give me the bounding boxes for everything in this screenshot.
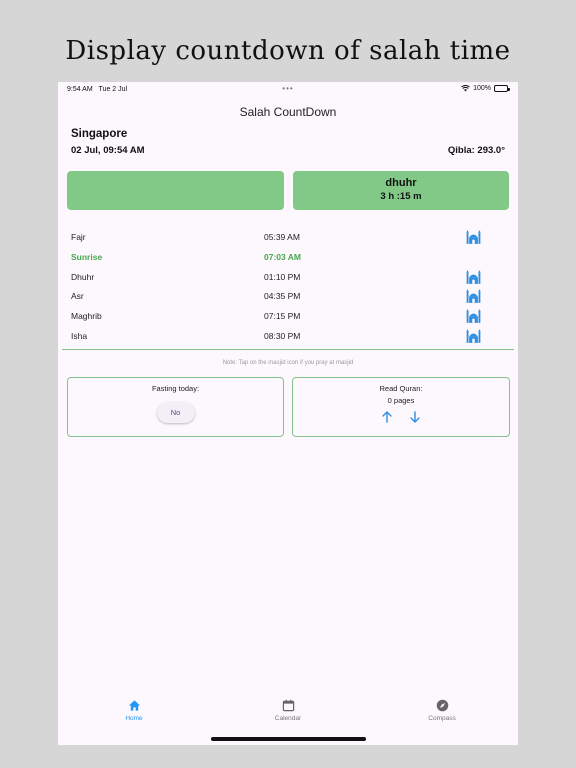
prayer-name: Isha bbox=[71, 330, 88, 341]
prayer-time: 07:03 AM bbox=[264, 251, 302, 262]
nav-compass[interactable]: Compass bbox=[412, 699, 472, 722]
arrow-down-icon[interactable] bbox=[408, 410, 422, 424]
prayer-time: 04:35 PM bbox=[264, 291, 301, 302]
nav-label: Calendar bbox=[274, 715, 302, 722]
mosque-icon[interactable] bbox=[466, 269, 481, 284]
fasting-card: Fasting today: No bbox=[67, 377, 284, 437]
status-right: 100% bbox=[461, 85, 510, 92]
quran-pages-count: 0 pages bbox=[387, 396, 415, 405]
prayer-time: 07:15 PM bbox=[264, 311, 301, 322]
qibla-direction: Qibla: 293.0° bbox=[447, 145, 505, 156]
battery-percent: 100% bbox=[473, 85, 491, 92]
status-bar: 9:54 AM Tue 2 Jul ••• 100% bbox=[58, 82, 518, 96]
section-divider bbox=[62, 349, 514, 350]
nav-label: Compass bbox=[428, 715, 456, 722]
status-time: 9:54 AM Tue 2 Jul bbox=[67, 86, 128, 93]
calendar-icon bbox=[282, 699, 294, 712]
multitask-dots[interactable]: ••• bbox=[282, 84, 293, 93]
location-name: Singapore bbox=[71, 128, 128, 140]
prayer-row-isha: Isha 08:30 PM bbox=[58, 327, 518, 347]
mosque-icon[interactable] bbox=[466, 230, 481, 244]
mosque-icon[interactable] bbox=[466, 309, 481, 324]
prayer-name: Maghrib bbox=[71, 311, 102, 322]
prayer-name: Asr bbox=[71, 291, 84, 302]
home-icon bbox=[128, 700, 140, 711]
prayer-row-maghrib: Maghrib 07:15 PM bbox=[58, 307, 518, 327]
battery-icon bbox=[494, 85, 510, 92]
nav-calendar[interactable]: Calendar bbox=[258, 699, 318, 722]
arrow-up-icon[interactable] bbox=[380, 410, 394, 424]
prayer-name: Fajr bbox=[71, 232, 86, 242]
fasting-toggle-button[interactable]: No bbox=[156, 402, 195, 423]
home-indicator[interactable] bbox=[211, 737, 366, 741]
prayer-time: 01:10 PM bbox=[264, 271, 301, 282]
bottom-navigation: Home Calendar Compass bbox=[58, 699, 518, 729]
countdown-remaining: 3 h :15 m bbox=[380, 191, 422, 202]
wifi-icon bbox=[461, 85, 470, 92]
compass-icon bbox=[436, 699, 448, 712]
mosque-icon[interactable] bbox=[466, 329, 481, 343]
masjid-note: Note: Tap on the masjid icon if you pray… bbox=[222, 360, 354, 366]
prayer-row-asr: Asr 04:35 PM bbox=[58, 287, 518, 307]
page-headline: Display countdown of salah time bbox=[65, 36, 511, 66]
prayer-time: 08:30 PM bbox=[264, 330, 301, 341]
next-prayer-name: dhuhr bbox=[385, 177, 417, 189]
prayer-row-sunrise: Sunrise 07:03 AM bbox=[58, 248, 518, 268]
prayer-name: Sunrise bbox=[71, 251, 103, 262]
previous-prayer-card bbox=[67, 171, 284, 210]
nav-home[interactable]: Home bbox=[104, 699, 164, 722]
current-datetime: 02 Jul, 09:54 AM bbox=[71, 145, 145, 156]
device-screen: 9:54 AM Tue 2 Jul ••• 100% Salah CountDo… bbox=[58, 82, 518, 745]
prayer-times-list: Fajr 05:39 AM Sunrise 07:03 AM Dhuhr 01:… bbox=[58, 228, 518, 347]
mosque-icon[interactable] bbox=[466, 289, 481, 304]
prayer-name: Dhuhr bbox=[71, 271, 95, 282]
nav-label: Home bbox=[125, 715, 143, 722]
fasting-label: Fasting today: bbox=[151, 384, 200, 393]
prayer-time: 05:39 AM bbox=[264, 232, 300, 242]
quran-stepper bbox=[293, 410, 509, 424]
next-prayer-card: dhuhr 3 h :15 m bbox=[293, 171, 509, 210]
app-title: Salah CountDown bbox=[239, 105, 337, 119]
prayer-row-fajr: Fajr 05:39 AM bbox=[58, 228, 518, 248]
quran-card: Read Quran: 0 pages bbox=[292, 377, 510, 437]
prayer-row-dhuhr: Dhuhr 01:10 PM bbox=[58, 268, 518, 288]
quran-label: Read Quran: bbox=[379, 384, 423, 393]
